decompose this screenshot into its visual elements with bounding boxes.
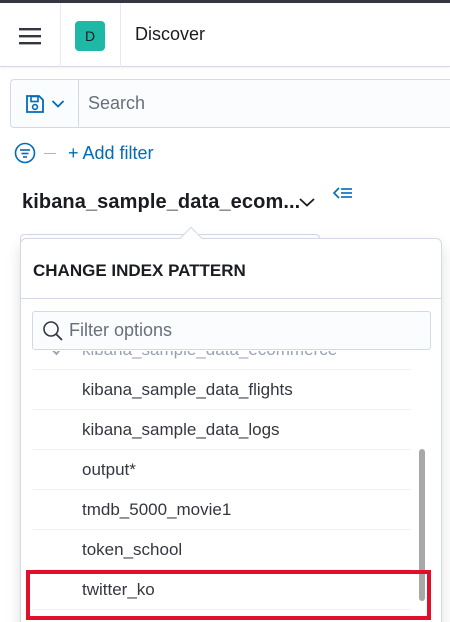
list-item-label: kibana_sample_data_flights <box>82 379 293 399</box>
filter-options-field <box>32 311 431 350</box>
menu-button[interactable] <box>15 21 45 51</box>
list-item[interactable]: kibana_sample_data_ecommerce <box>33 351 411 370</box>
search-input[interactable] <box>80 80 450 127</box>
floppy-disk-icon <box>25 94 44 113</box>
filter-icon[interactable] <box>14 142 36 164</box>
list-item[interactable]: kibana_sample_data_logs <box>33 410 411 450</box>
check-icon <box>52 351 61 356</box>
page-title: Discover <box>135 24 206 44</box>
filter-divider <box>44 152 56 154</box>
chevron-down-icon <box>51 99 64 108</box>
saved-query-button[interactable] <box>11 80 79 127</box>
list-item-label: output* <box>82 459 136 479</box>
change-index-pattern-popover: CHANGE INDEX PATTERN kibana_sample_data_… <box>20 226 442 622</box>
highlight-box <box>26 570 431 620</box>
list-item-label: kibana_sample_data_ecommerce <box>82 351 337 360</box>
list-item-label: kibana_sample_data_logs <box>82 419 280 439</box>
popover-title: CHANGE INDEX PATTERN <box>33 261 246 280</box>
add-filter-link[interactable]: + Add filter <box>68 143 154 164</box>
search-icon <box>43 321 63 341</box>
popover-arrow <box>179 226 203 250</box>
list-item-label: token_school <box>82 539 183 559</box>
app-header: D Discover <box>0 3 450 67</box>
list-item[interactable]: tmdb_5000_movie1 <box>33 490 411 530</box>
list-item-label: tmdb_5000_movie1 <box>82 499 232 519</box>
list-item[interactable]: kibana_sample_data_flights <box>33 370 411 410</box>
index-pattern-selector[interactable]: kibana_sample_data_ecom... <box>22 191 300 214</box>
hamburger-menu-icon <box>19 28 41 45</box>
filter-bar: + Add filter <box>14 140 154 166</box>
header-divider <box>60 3 61 67</box>
collapse-left-icon[interactable] <box>332 185 354 203</box>
query-bar <box>10 79 450 128</box>
popover-divider <box>21 298 441 299</box>
chevron-down-icon[interactable] <box>298 196 316 208</box>
header-divider <box>120 3 121 67</box>
filter-options-input[interactable] <box>69 312 429 349</box>
list-item[interactable]: output* <box>33 450 411 490</box>
space-avatar[interactable]: D <box>75 21 105 51</box>
list-item[interactable]: token_school <box>33 530 411 570</box>
